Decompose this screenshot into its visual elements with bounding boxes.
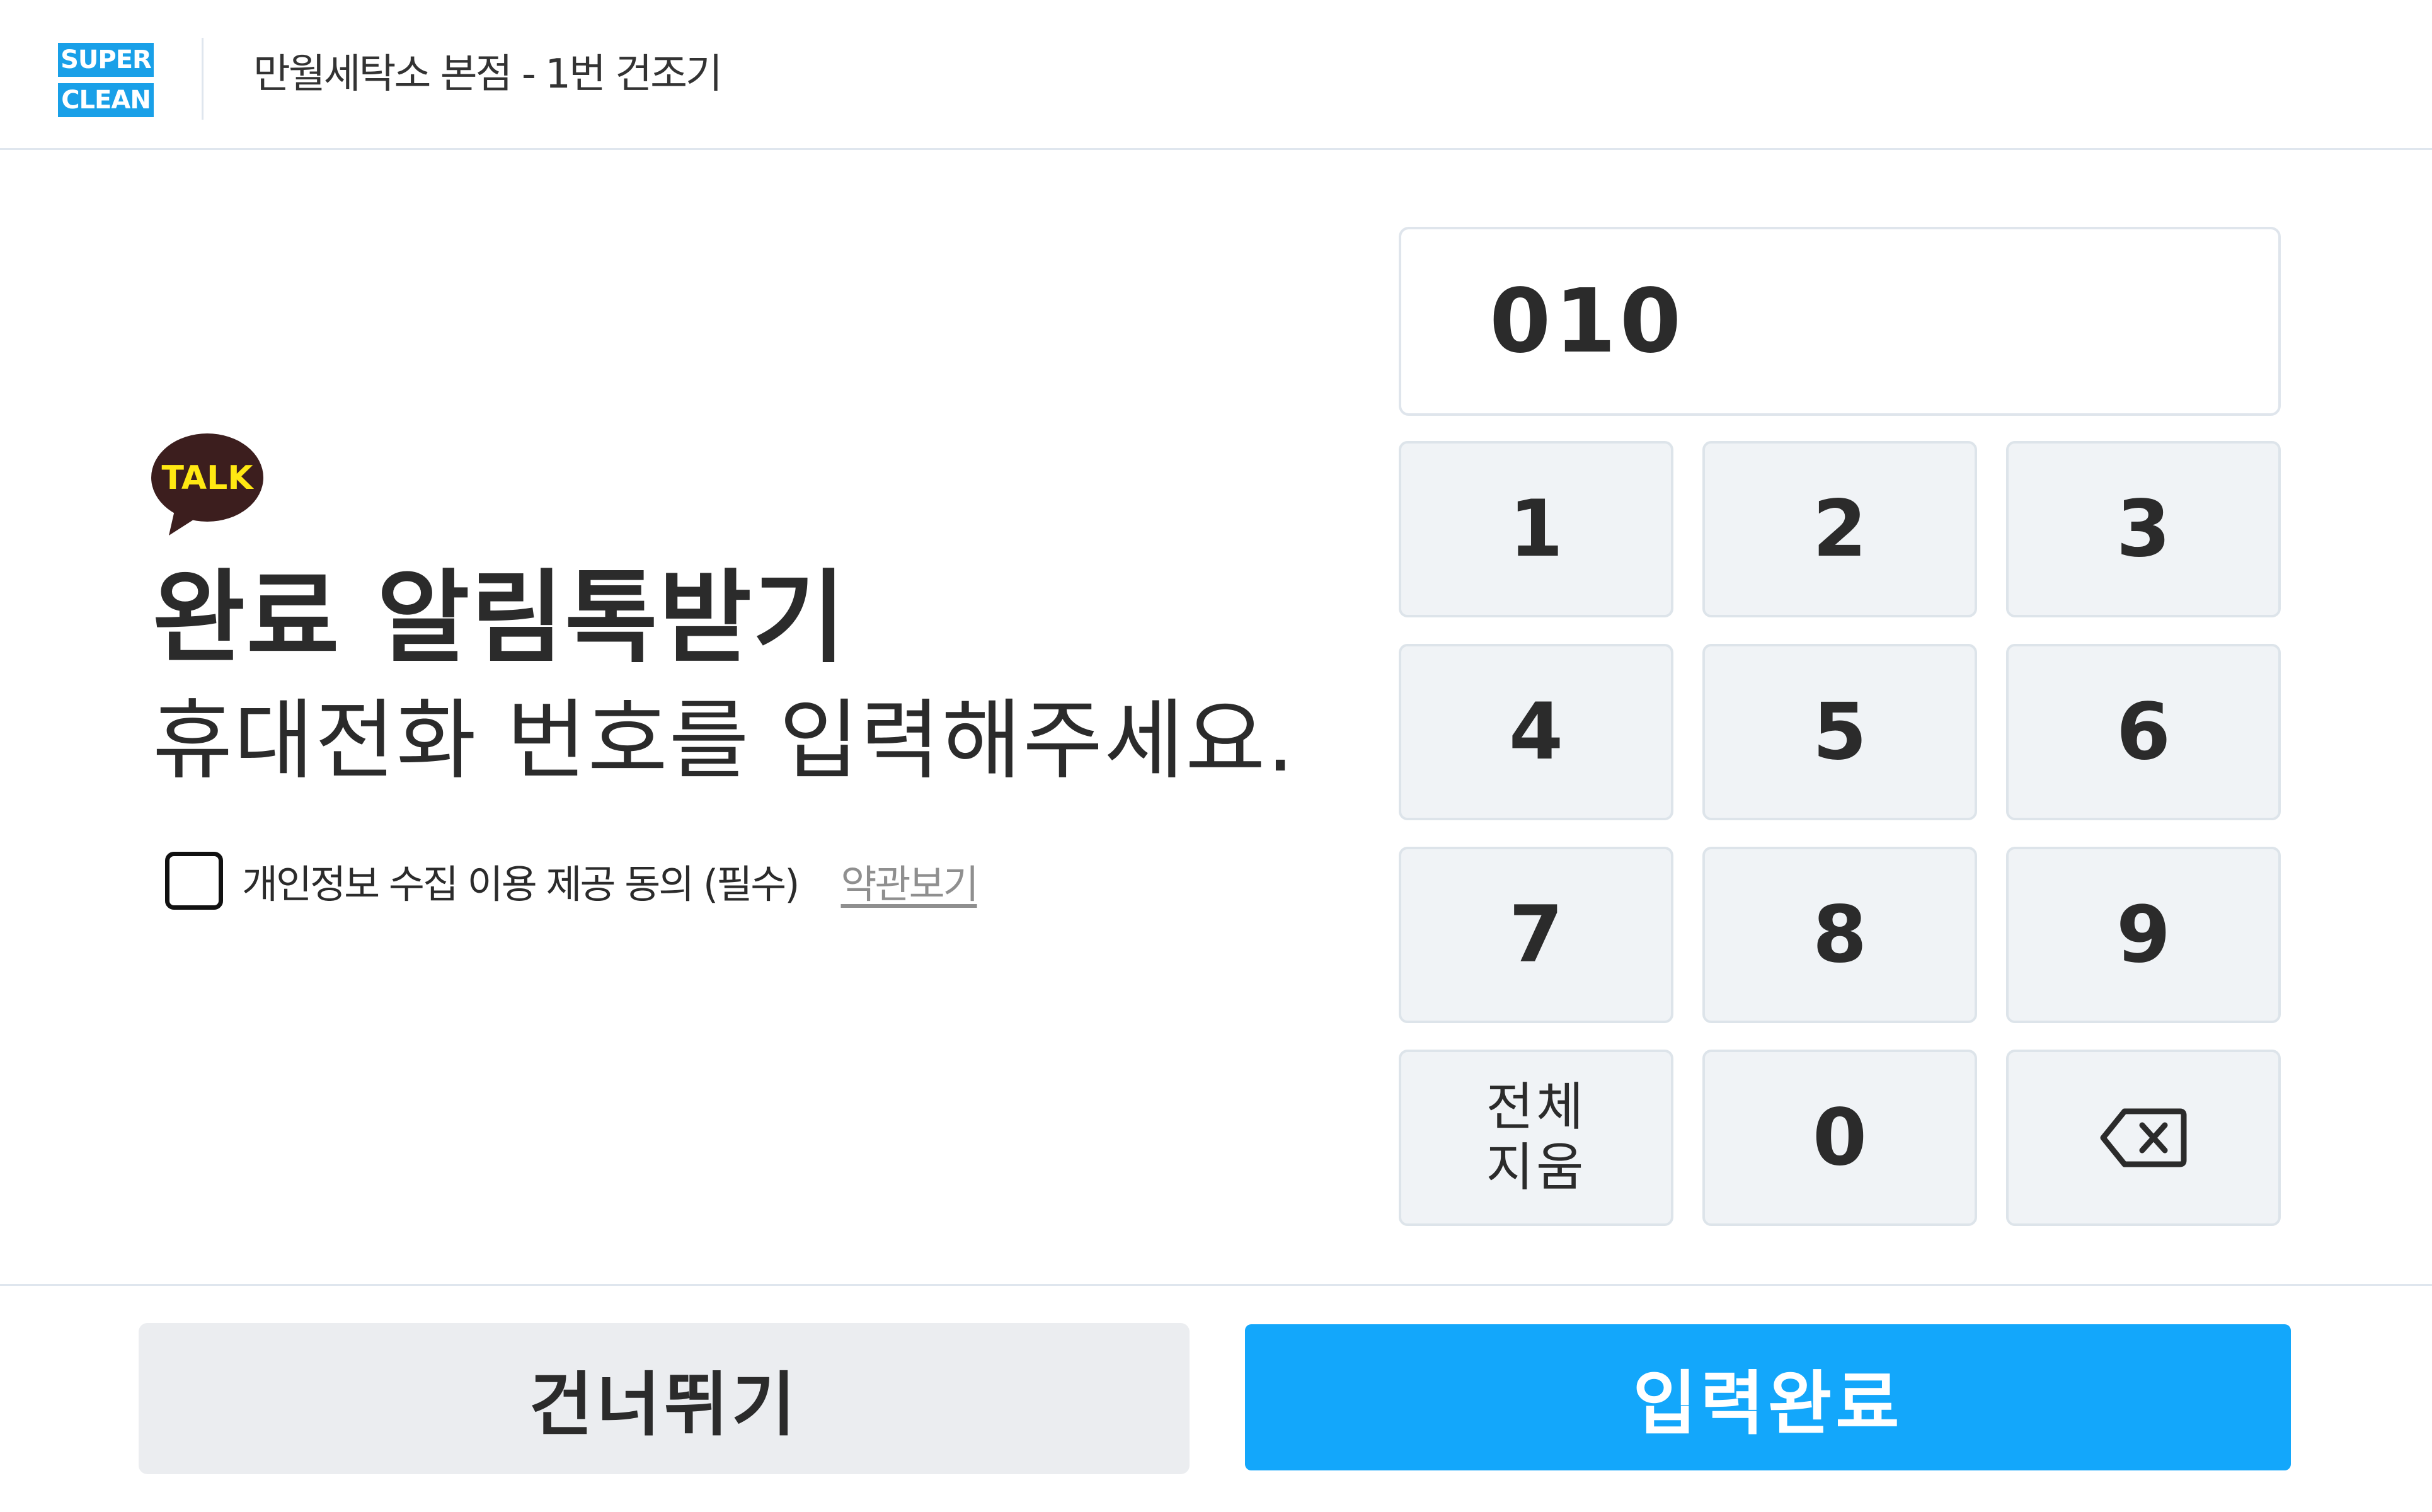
key-5[interactable]: 5 [1702,644,1977,820]
page-subtitle: 휴대전화 번호를 입력해주세요. [152,690,1296,791]
consent-checkbox[interactable] [165,852,223,910]
key-7[interactable]: 7 [1399,847,1673,1023]
clear-all-label-line1: 전체 [1486,1077,1586,1137]
kakaotalk-icon: TALK [151,433,263,536]
header-bar: SUPER CLEAN 만월세탁소 본점 - 1번 건조기 [0,0,2432,150]
backspace-key[interactable] [2006,1050,2281,1226]
consent-row: 개인정보 수집 이용 제공 동의 (필수) 약관보기 [165,849,979,912]
footer-divider [0,1284,2432,1286]
key-0[interactable]: 0 [1702,1050,1977,1226]
clear-all-label-line2: 지움 [1486,1138,1586,1198]
skip-button[interactable]: 건너뛰기 [139,1323,1190,1474]
logo-text-clean: CLEAN [58,83,154,117]
super-clean-logo: SUPER CLEAN [58,43,154,117]
phone-number-value: 010 [1489,270,1685,373]
key-1[interactable]: 1 [1399,441,1673,617]
clear-all-key[interactable]: 전체 지움 [1399,1050,1673,1226]
key-8[interactable]: 8 [1702,847,1977,1023]
page-title: 완료 알림톡받기 [152,559,847,677]
submit-button[interactable]: 입력완료 [1245,1324,2291,1470]
key-4[interactable]: 4 [1399,644,1673,820]
key-6[interactable]: 6 [2006,644,2281,820]
number-keypad: 1 2 3 4 5 6 7 8 9 전체 지움 0 [1399,441,2281,1226]
key-9[interactable]: 9 [2006,847,2281,1023]
store-name: 만월세탁소 본점 - 1번 건조기 [253,51,723,98]
terms-link[interactable]: 약관보기 [840,852,978,909]
talk-badge-text: TALK [161,459,254,497]
header-divider [202,38,204,120]
key-3[interactable]: 3 [2006,441,2281,617]
logo-text-super: SUPER [58,43,154,77]
phone-number-display: 010 [1399,227,2281,416]
backspace-icon [2100,1108,2187,1167]
consent-label[interactable]: 개인정보 수집 이용 제공 동의 (필수) [242,852,800,909]
key-2[interactable]: 2 [1702,441,1977,617]
